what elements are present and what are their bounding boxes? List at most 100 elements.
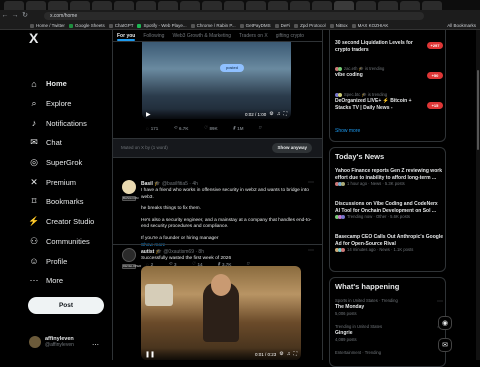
pause-icon[interactable]: ❚❚ — [145, 351, 155, 358]
browser-tab[interactable] — [356, 1, 376, 10]
browser-tab[interactable] — [202, 1, 222, 10]
trend-item[interactable]: Entertainment · Trending — [335, 350, 443, 356]
tweet-more-icon[interactable]: ⋯ — [308, 247, 314, 254]
avatar[interactable] — [122, 180, 136, 194]
reload-icon[interactable]: ↻ — [20, 11, 30, 21]
bookmark[interactable]: Chrome / Rabin P... — [190, 23, 236, 28]
nav-creator-studio[interactable]: ⚡ Creator Studio — [28, 212, 94, 232]
volume-icon[interactable]: ♫ — [287, 351, 291, 357]
show-more-link[interactable]: Show more — [335, 128, 360, 134]
bookmark[interactable]: GetPayDMS — [239, 23, 271, 28]
scrollbar-thumb[interactable] — [477, 70, 479, 150]
trend-item[interactable]: Spec.btc 🎓 is trending DeOrganized LIVE+… — [335, 92, 443, 111]
bookmark-favicon-icon — [294, 23, 299, 28]
like-button[interactable]: ♡ 89K — [204, 125, 218, 131]
address-bar[interactable]: x.com/home — [44, 12, 424, 20]
author-name[interactable]: Basil 🎓 — [141, 181, 161, 187]
account-more-icon[interactable]: ⋯ — [92, 341, 99, 349]
browser-toolbar: ← → ↻ x.com/home — [0, 10, 480, 22]
browser-tab[interactable] — [290, 1, 310, 10]
trend-item[interactable]: zac.eth 🎓 is trending vibe coding +50 — [335, 66, 443, 79]
x-logo-icon[interactable]: X — [29, 30, 38, 46]
browser-tab[interactable] — [70, 1, 90, 10]
bookmark[interactable]: ChatGPT — [108, 23, 133, 28]
bookmark[interactable]: Spotify - Web Playe... — [137, 23, 187, 28]
nav-supergrok[interactable]: ◎ SuperGrok — [29, 153, 94, 173]
messages-icon[interactable]: ✉ — [438, 338, 452, 352]
profile-icon: ☺ — [29, 256, 39, 267]
nav-profile[interactable]: ☺ Profile — [29, 251, 94, 271]
volume-icon[interactable]: ♫ — [277, 111, 281, 117]
settings-icon[interactable]: ⚙ — [279, 351, 283, 357]
author-handle[interactable]: @0xautism69 · 8h — [163, 249, 204, 255]
author-handle[interactable]: @basilfitia5 · 4h — [162, 181, 198, 187]
browser-tab[interactable] — [224, 1, 244, 10]
browser-tab[interactable] — [48, 1, 68, 10]
views-button[interactable]: ▮ 1M — [233, 125, 244, 131]
browser-tab-active[interactable] — [334, 1, 354, 10]
repost-button[interactable]: ⟲ 6.7K — [173, 125, 188, 131]
nav-bookmarks[interactable]: ⌑ Bookmarks — [29, 192, 94, 212]
bookmark[interactable]: DeFi — [274, 23, 290, 28]
news-item[interactable]: Basecamp CEO Calls Out Anthropic's Googl… — [335, 234, 443, 253]
all-bookmarks[interactable]: All Bookmarks — [447, 22, 476, 30]
tab-traders[interactable]: Traders on X — [235, 30, 272, 41]
nav-notifications[interactable]: ♪ Notifications — [29, 113, 94, 133]
fullscreen-icon[interactable]: ⛶ — [283, 111, 287, 117]
post-button[interactable]: Post — [28, 297, 104, 314]
nav-more[interactable]: ⋯ More — [29, 271, 94, 291]
video-player[interactable]: ❚❚ 0:01 / 0:23 ⚙ ♫ ⛶ — [141, 266, 301, 360]
browser-tab[interactable] — [136, 1, 156, 10]
browser-tab[interactable] — [26, 1, 46, 10]
trend-more-icon[interactable]: ⋯ — [437, 298, 443, 305]
nav-explore[interactable]: ⌕ Explore — [29, 94, 94, 114]
forward-icon[interactable]: → — [10, 11, 20, 21]
back-icon[interactable]: ← — [0, 11, 10, 21]
bookmark[interactable]: NiBox — [329, 23, 348, 28]
bookmark[interactable]: Home / Twitter — [30, 23, 65, 28]
trend-item[interactable]: 30 second Liquidation Levels for crypto … — [335, 40, 443, 53]
browser-tab[interactable] — [114, 1, 134, 10]
tab-following[interactable]: Following — [139, 30, 168, 41]
bookmark[interactable]: MAX KOZHIAK — [351, 23, 388, 28]
tab-gifting-crypto[interactable]: gifting crypto — [272, 30, 308, 41]
browser-tab[interactable] — [312, 1, 332, 10]
tab-web3-growth[interactable]: Web3 Growth & Marketing — [168, 30, 235, 41]
avatar-stack — [335, 92, 342, 97]
browser-tab[interactable] — [400, 1, 420, 10]
bookmark[interactable]: Google Sheets — [68, 23, 105, 28]
tab-for-you[interactable]: For you — [113, 30, 139, 41]
browser-tab[interactable] — [180, 1, 200, 10]
nav-communities[interactable]: ⚇ Communities — [29, 232, 94, 252]
bookmark-favicon-icon — [30, 23, 34, 28]
reply-button[interactable]: ◌ 171 — [146, 126, 158, 131]
whats-happening-card: What's happening Sports in United States… — [329, 277, 446, 367]
browser-tab[interactable] — [158, 1, 178, 10]
scrollbar[interactable] — [476, 30, 480, 360]
browser-tab[interactable] — [246, 1, 266, 10]
bookmark[interactable]: Zpd Protocol — [294, 23, 326, 28]
news-item[interactable]: Yahoo Finance reports Gen Z reviewing wo… — [335, 168, 443, 187]
tweet-more-icon[interactable]: ⋯ — [308, 179, 314, 186]
fullscreen-icon[interactable]: ⛶ — [293, 351, 297, 357]
trend-item[interactable]: Sports in United States · Trending The M… — [335, 298, 443, 317]
avatar[interactable] — [122, 248, 136, 262]
bookmark-button[interactable]: ⌑ — [259, 125, 261, 131]
author-name[interactable]: autist 🎓 — [141, 249, 162, 255]
video-player[interactable]: posted ▶ 0:02 / 1:00 ⚙ ♫ ⛶ — [142, 42, 291, 119]
browser-tab[interactable] — [422, 1, 442, 10]
browser-tab[interactable] — [4, 1, 24, 10]
nav-chat[interactable]: ✉ Chat — [29, 133, 94, 153]
show-anyway-button[interactable]: Show anyway — [272, 143, 312, 153]
browser-tab[interactable] — [92, 1, 112, 10]
browser-tab[interactable] — [268, 1, 288, 10]
nav-home[interactable]: ⌂ Home — [29, 74, 94, 94]
browser-tab[interactable] — [378, 1, 398, 10]
account-switcher[interactable]: affinyleven @affinyleven — [29, 336, 74, 348]
nav-premium[interactable]: ✕ Premium — [29, 172, 94, 192]
grok-icon[interactable]: ◉ — [438, 316, 452, 330]
news-item[interactable]: Discussions on Vibe Coding and CodeNerx … — [335, 201, 443, 220]
trend-item[interactable]: Trending in United States Gingrie 4,089 … — [335, 324, 443, 343]
play-icon[interactable]: ▶ — [146, 111, 151, 118]
settings-icon[interactable]: ⚙ — [269, 111, 273, 117]
